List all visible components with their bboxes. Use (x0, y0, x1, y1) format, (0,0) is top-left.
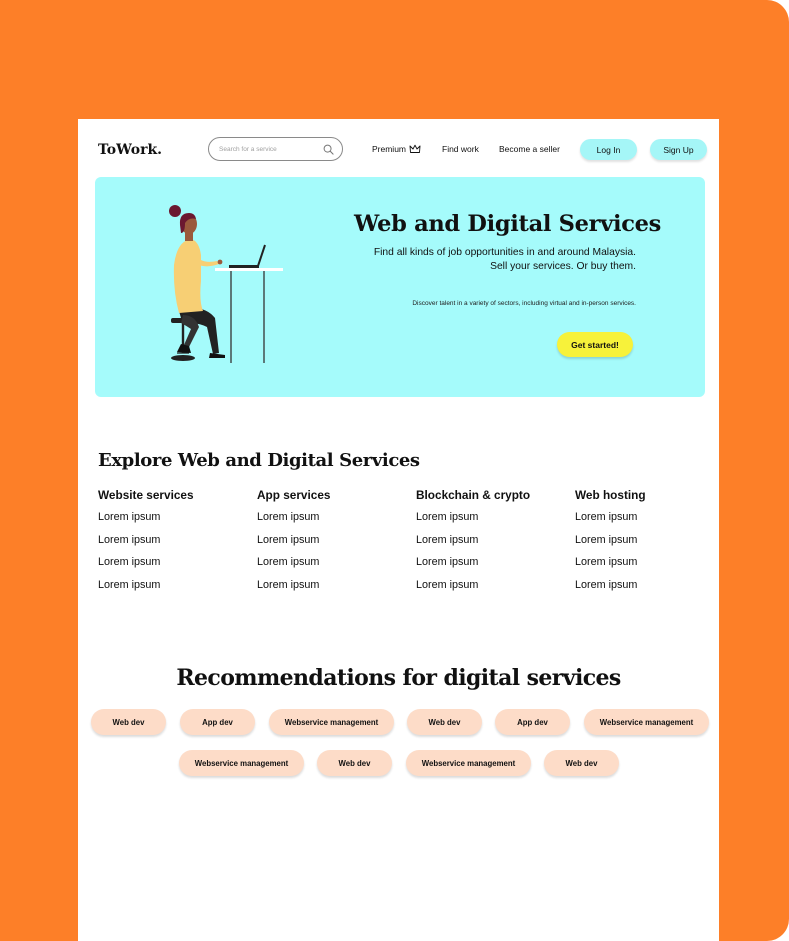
get-started-button[interactable]: Get started! (557, 332, 633, 357)
category-link[interactable]: Lorem ipsum (257, 511, 407, 534)
category-column: App services Lorem ipsum Lorem ipsum Lor… (257, 488, 407, 601)
tag-pill[interactable]: Web dev (91, 709, 166, 735)
tag-pill[interactable]: Web dev (407, 709, 482, 735)
category-title[interactable]: Web hosting (575, 488, 725, 502)
category-link[interactable]: Lorem ipsum (98, 579, 248, 602)
category-title[interactable]: Blockchain & crypto (416, 488, 566, 502)
nav-become-seller[interactable]: Become a seller (499, 144, 560, 154)
category-link[interactable]: Lorem ipsum (98, 556, 248, 579)
category-link[interactable]: Lorem ipsum (575, 579, 725, 602)
category-column: Website services Lorem ipsum Lorem ipsum… (98, 488, 248, 601)
tag-pill[interactable]: Webservice management (269, 709, 394, 735)
search-icon[interactable] (323, 144, 334, 155)
nav-premium[interactable]: Premium (372, 144, 421, 154)
search-input[interactable] (219, 145, 323, 153)
category-link[interactable]: Lorem ipsum (416, 556, 566, 579)
category-title[interactable]: Website services (98, 488, 248, 502)
category-link[interactable]: Lorem ipsum (416, 511, 566, 534)
category-link[interactable]: Lorem ipsum (257, 579, 407, 602)
tag-pill[interactable]: Webservice management (179, 750, 304, 776)
recommendations-title: Recommendations for digital services (176, 665, 621, 691)
category-link[interactable]: Lorem ipsum (416, 579, 566, 602)
category-column: Web hosting Lorem ipsum Lorem ipsum Lore… (575, 488, 725, 601)
explore-title: Explore Web and Digital Services (98, 450, 420, 471)
hero-banner: Web and Digital Services Find all kinds … (95, 177, 705, 397)
tag-pill[interactable]: Webservice management (406, 750, 531, 776)
hero-subtext: Discover talent in a variety of sectors,… (412, 300, 636, 307)
category-link[interactable]: Lorem ipsum (575, 534, 725, 557)
category-link[interactable]: Lorem ipsum (98, 534, 248, 557)
category-column: Blockchain & crypto Lorem ipsum Lorem ip… (416, 488, 566, 601)
tag-pill[interactable]: Webservice management (584, 709, 709, 735)
crown-icon (409, 144, 421, 153)
tag-pill[interactable]: Web dev (317, 750, 392, 776)
person-at-laptop-illustration (169, 205, 283, 363)
tag-pill[interactable]: Web dev (544, 750, 619, 776)
category-link[interactable]: Lorem ipsum (416, 534, 566, 557)
hero-title: Web and Digital Services (353, 211, 661, 237)
tag-pill[interactable]: App dev (180, 709, 255, 735)
category-link[interactable]: Lorem ipsum (257, 556, 407, 579)
tag-pill[interactable]: App dev (495, 709, 570, 735)
category-link[interactable]: Lorem ipsum (257, 534, 407, 557)
nav-premium-label: Premium (372, 144, 407, 154)
web-page: ToWork. Premium Find work Become a selle… (78, 119, 719, 941)
hero-description: Find all kinds of job opportunities in a… (373, 247, 636, 272)
category-link[interactable]: Lorem ipsum (575, 556, 725, 579)
login-button[interactable]: Log In (580, 139, 637, 160)
category-link[interactable]: Lorem ipsum (575, 511, 725, 534)
category-title[interactable]: App services (257, 488, 407, 502)
nav-find-work[interactable]: Find work (442, 144, 479, 154)
logo[interactable]: ToWork. (98, 142, 162, 158)
signup-button[interactable]: Sign Up (650, 139, 707, 160)
search-bar[interactable] (208, 137, 343, 161)
category-link[interactable]: Lorem ipsum (98, 511, 248, 534)
